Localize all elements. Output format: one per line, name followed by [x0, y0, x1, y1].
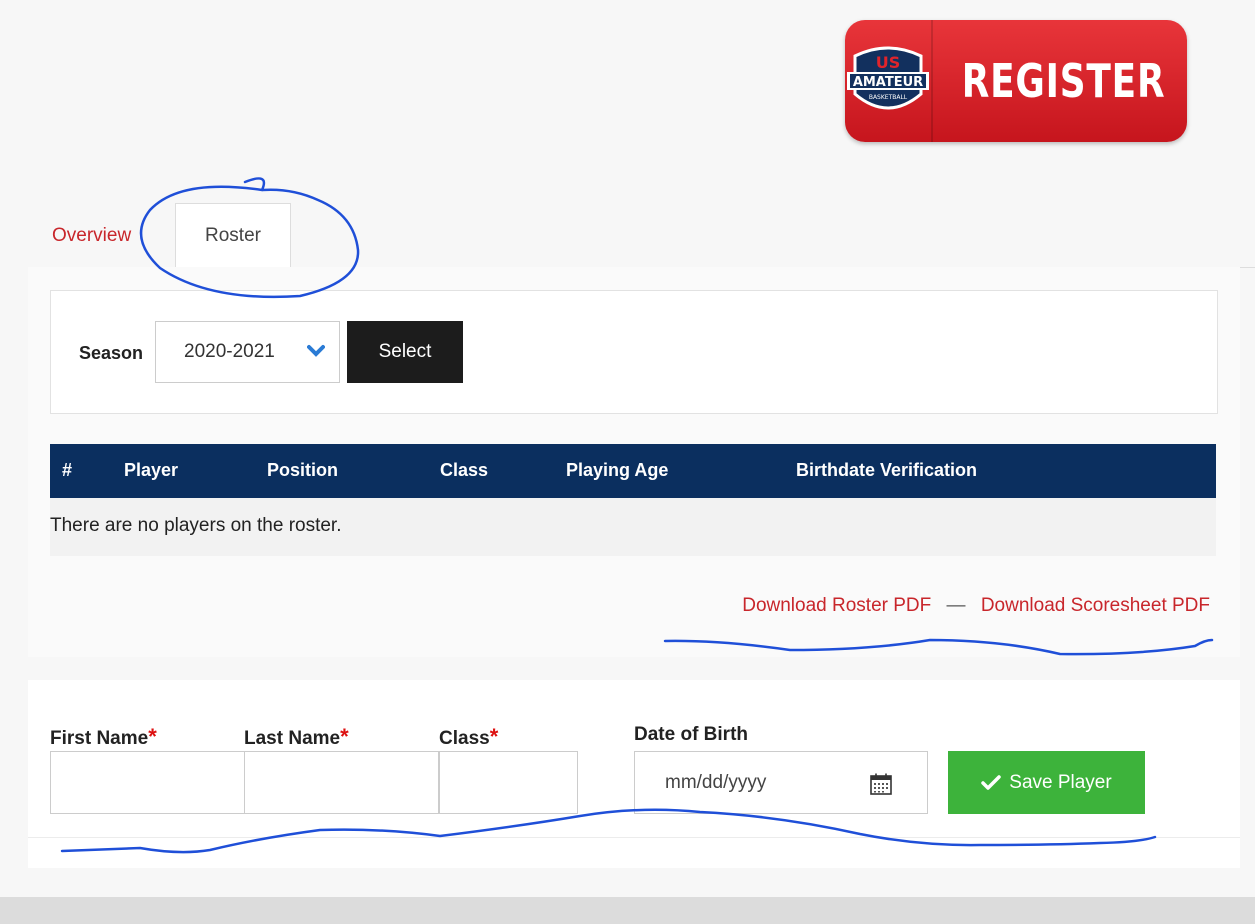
col-player: Player [124, 460, 179, 480]
first-name-field[interactable] [50, 751, 245, 814]
last-name-label-text: Last Name [244, 728, 341, 749]
class-label-text: Class [439, 728, 490, 749]
empty-roster-message: There are no players on the roster. [50, 515, 342, 536]
calendar-icon[interactable] [869, 772, 893, 796]
last-name-label: Last Name* [244, 724, 349, 750]
download-roster-pdf-link[interactable]: Download Roster PDF [742, 595, 931, 616]
season-label: Season [79, 343, 144, 363]
col-number: # [62, 460, 73, 480]
page: US AMATEUR BASKETBALL REGISTER Overview … [0, 0, 1255, 924]
col-position: Position [267, 460, 338, 480]
season-select-value: 2020-2021 [184, 341, 275, 362]
class-field[interactable] [439, 751, 578, 814]
table-header: # Player Position Class Playing Age Birt… [50, 444, 1216, 498]
last-name-field[interactable] [244, 751, 439, 814]
logo-shield-icon: US AMATEUR BASKETBALL [847, 46, 929, 110]
footer-bar [0, 897, 1255, 924]
table-body: There are no players on the roster. [50, 498, 1216, 556]
dob-label: Date of Birth [634, 724, 748, 745]
roster-table: # Player Position Class Playing Age Birt… [50, 444, 1216, 556]
logo-top-text: US [876, 53, 901, 72]
download-scoresheet-pdf-link[interactable]: Download Scoresheet PDF [981, 595, 1210, 616]
add-player-form: First Name* Last Name* Class* Date of Bi… [28, 680, 1240, 868]
roster-panel: Season 2020-2021 Select # Player Positio… [28, 267, 1240, 657]
download-links: Download Roster PDF — Download Scoreshee… [742, 595, 1210, 617]
required-asterisk: * [340, 724, 349, 749]
tab-roster[interactable]: Roster [175, 203, 291, 268]
save-player-label: Save Player [1009, 771, 1112, 793]
required-asterisk: * [489, 724, 499, 749]
first-name-label-text: First Name [50, 728, 149, 749]
select-button[interactable]: Select [347, 321, 463, 383]
first-name-label: First Name* [50, 724, 157, 750]
season-filter: Season 2020-2021 Select [50, 290, 1218, 414]
col-playing-age: Playing Age [566, 460, 669, 480]
form-divider [28, 837, 1240, 838]
date-of-birth-field[interactable]: mm/dd/yyyy [634, 751, 928, 814]
register-label: REGISTER [961, 54, 1166, 108]
col-class: Class [440, 460, 489, 480]
logo-sub-text: BASKETBALL [869, 94, 908, 101]
tab-bar: Overview Roster [28, 203, 1255, 268]
us-amateur-basketball-logo: US AMATEUR BASKETBALL [845, 20, 933, 142]
class-label: Class* [439, 724, 498, 750]
season-select[interactable]: 2020-2021 [155, 321, 340, 383]
register-button[interactable]: US AMATEUR BASKETBALL REGISTER [845, 20, 1187, 142]
col-birthdate-verification: Birthdate Verification [796, 460, 978, 480]
dob-placeholder: mm/dd/yyyy [665, 771, 767, 793]
chevron-down-icon [307, 345, 325, 357]
download-separator: — [946, 595, 966, 616]
required-asterisk: * [148, 724, 157, 749]
checkmark-icon [981, 774, 1002, 790]
logo-main-text: AMATEUR [853, 75, 923, 90]
tab-overview[interactable]: Overview [52, 225, 131, 247]
save-player-button[interactable]: Save Player [948, 751, 1145, 814]
